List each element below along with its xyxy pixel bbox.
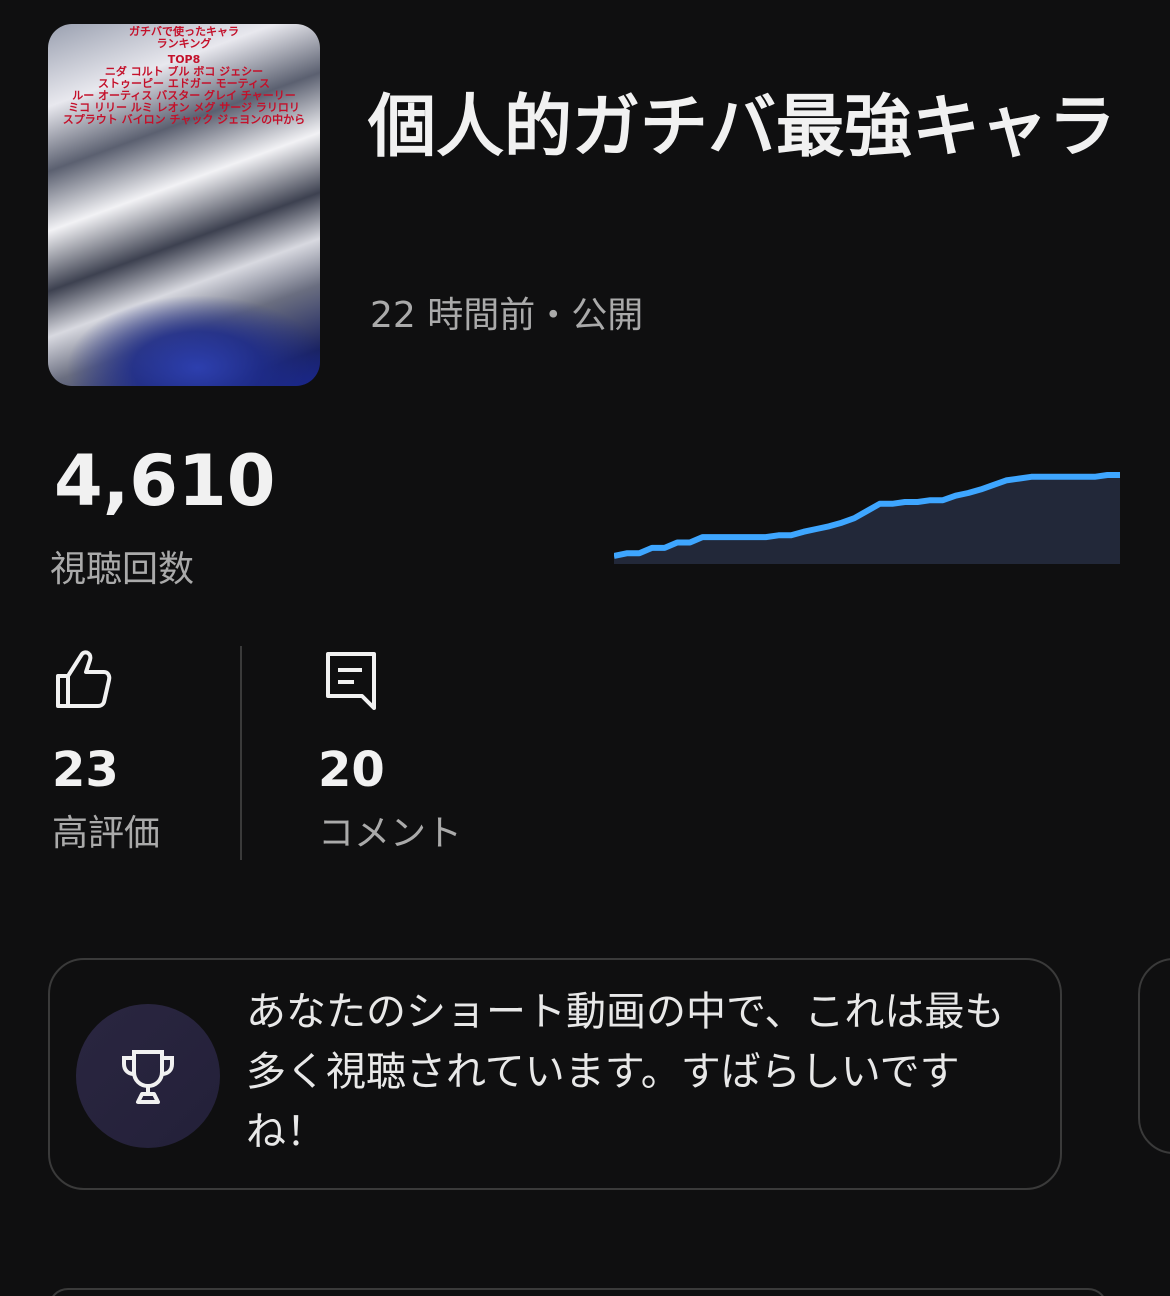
comments-label: コメント bbox=[318, 813, 463, 854]
comments-count: 20 bbox=[318, 742, 385, 798]
comment-icon bbox=[326, 652, 376, 710]
thumbnail-text-line: スプラウト バイロン チャック ジェヨンの中から bbox=[62, 114, 306, 126]
next-card-peek[interactable] bbox=[1138, 958, 1170, 1154]
thumbnail-text-line: ストゥーピー エドガー モーティス bbox=[98, 78, 270, 90]
thumbnail-text-line: TOP8 bbox=[167, 54, 201, 66]
trophy-icon bbox=[122, 1050, 174, 1104]
thumbnail-text-line: ミコ リリー ルミ レオン メグ サージ ラリロリ bbox=[68, 102, 300, 114]
likes-stat: 23 高評価 bbox=[52, 646, 160, 856]
sparkline-area bbox=[614, 475, 1120, 564]
thumbnail-text-line: ガチバで使ったキャラ bbox=[129, 26, 239, 38]
views-sparkline bbox=[614, 472, 1120, 564]
views-count: 4,610 bbox=[54, 440, 276, 522]
comments-stat: 20 コメント bbox=[318, 646, 462, 856]
video-thumbnail[interactable]: ガチバで使ったキャラ ランキング TOP8 ニダ コルト ブル ボコ ジェシー ストゥー… bbox=[48, 24, 320, 386]
next-section-peek bbox=[48, 1288, 1108, 1296]
stats-divider bbox=[240, 646, 242, 860]
video-title: 個人的ガチバ最強キャラ bbox=[368, 88, 1117, 167]
views-label: 視聴回数 bbox=[50, 549, 195, 590]
thumbs-up-icon bbox=[56, 650, 112, 708]
thumbnail-text-line: ルー オーティス バスター グレイ チャーリー bbox=[72, 90, 296, 102]
trophy-badge bbox=[76, 1004, 220, 1148]
video-meta: 22 時間前・公開 bbox=[370, 295, 644, 336]
achievement-text: あなたのショート動画の中で、これは最も多く視聴されています。すばらしいですね！ bbox=[246, 989, 1005, 1155]
likes-count: 23 bbox=[52, 742, 119, 798]
achievement-card[interactable]: あなたのショート動画の中で、これは最も多く視聴されています。すばらしいですね！ bbox=[48, 958, 1062, 1190]
thumbnail-text-line: ニダ コルト ブル ボコ ジェシー bbox=[104, 66, 264, 78]
thumbnail-text-line: ランキング bbox=[156, 38, 212, 50]
thumbnail-overlay-text: ガチバで使ったキャラ ランキング TOP8 ニダ コルト ブル ボコ ジェシー ストゥー… bbox=[48, 26, 320, 126]
likes-label: 高評価 bbox=[52, 813, 161, 854]
